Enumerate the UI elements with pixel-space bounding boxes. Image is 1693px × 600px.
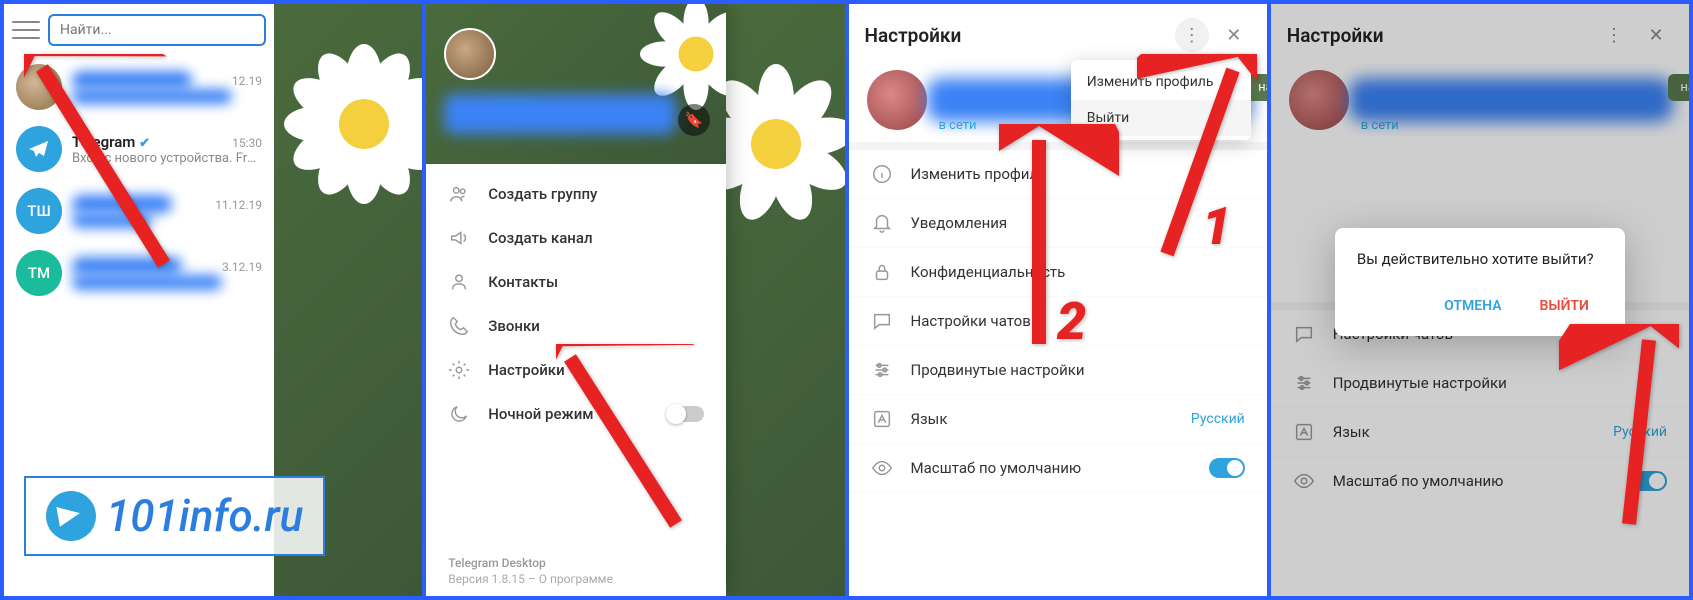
settings-title: Настройки xyxy=(865,24,1167,47)
logout-button[interactable]: ВЫЙТИ xyxy=(1526,290,1603,322)
avatar xyxy=(16,64,62,110)
avatar xyxy=(16,126,62,172)
info-icon xyxy=(871,163,893,185)
drawer-item-night[interactable]: Ночной режим xyxy=(426,392,726,436)
settings-value: Русский xyxy=(1191,411,1245,427)
bell-icon xyxy=(871,212,893,234)
chat-date: 12.19 xyxy=(232,74,262,88)
verified-icon: ✔ xyxy=(139,136,150,151)
panel-settings-menu: Настройки ⋮ ✕ в сети написать Изменить п… xyxy=(849,4,1271,596)
menu-label: Ночной режим xyxy=(488,405,593,423)
settings-label: Конфиденциальность xyxy=(911,263,1245,281)
watermark: 101info.ru xyxy=(24,476,325,556)
dialog-text: Вы действительно хотите выйти? xyxy=(1357,250,1603,268)
avatar: ТМ xyxy=(16,250,62,296)
logout-dialog: Вы действительно хотите выйти? ОТМЕНА ВЫ… xyxy=(1335,228,1625,336)
status-online: в сети xyxy=(939,118,977,133)
chat-date: 11.12.19 xyxy=(215,198,262,212)
menu-label: Настройки xyxy=(488,361,564,379)
settings-item-lang[interactable]: Язык Русский xyxy=(849,395,1267,444)
night-icon xyxy=(448,403,470,425)
menu-hamburger-icon[interactable] xyxy=(12,18,40,42)
chat-date: 3.12.19 xyxy=(222,260,262,274)
chat-item[interactable]: ТШ xxxx11.12.19 xxxx xyxy=(4,180,274,242)
settings-item-info[interactable]: Изменить профиль xyxy=(849,150,1267,199)
drawer-item-settings[interactable]: Настройки xyxy=(426,348,726,392)
settings-item-lock[interactable]: Конфиденциальность xyxy=(849,248,1267,297)
chat-preview: Вход с нового устройства. From... xyxy=(72,151,262,166)
drawer-footer: Telegram Desktop Версия 1.8.15 – О прогр… xyxy=(448,556,613,586)
contacts-icon xyxy=(448,271,470,293)
panel-logout-dialog: Настройки ⋮ ✕ в сети написать Настройки … xyxy=(1271,4,1689,596)
cancel-button[interactable]: ОТМЕНА xyxy=(1430,290,1515,322)
search-input[interactable] xyxy=(48,14,266,46)
toggle-on[interactable] xyxy=(1209,458,1245,478)
panel-chat-list: xxxxx12.19 xxxxxxx Telegram ✔ 15:30 Вход … xyxy=(4,4,426,596)
sliders-icon xyxy=(871,359,893,381)
lang-icon xyxy=(871,408,893,430)
kebab-menu-icon[interactable]: ⋮ xyxy=(1175,18,1209,52)
drawer-item-channel[interactable]: Создать канал xyxy=(426,216,726,260)
settings-label: Язык xyxy=(911,410,1173,428)
menu-label: Создать канал xyxy=(488,229,592,247)
drawer-item-group[interactable]: Создать группу xyxy=(426,172,726,216)
chat-time: 15:30 xyxy=(232,136,262,150)
drawer-item-contacts[interactable]: Контакты xyxy=(426,260,726,304)
settings-label: Продвинутые настройки xyxy=(911,361,1245,379)
telegram-icon xyxy=(46,491,96,541)
menu-label: Контакты xyxy=(488,273,558,291)
group-icon xyxy=(448,183,470,205)
settings-label: Масштаб по умолчанию xyxy=(911,459,1191,477)
close-icon[interactable]: ✕ xyxy=(1217,18,1251,52)
chat-item-telegram[interactable]: Telegram ✔ 15:30 Вход с нового устройства… xyxy=(4,118,274,180)
settings-item-eye[interactable]: Масштаб по умолчанию xyxy=(849,444,1267,493)
channel-icon xyxy=(448,227,470,249)
eye-icon xyxy=(871,457,893,479)
menu-label: Создать группу xyxy=(488,185,597,203)
settings-item-bell[interactable]: Уведомления xyxy=(849,199,1267,248)
settings-label: Настройки чатов xyxy=(911,312,1245,330)
settings-label: Уведомления xyxy=(911,214,1245,232)
avatar xyxy=(867,70,927,130)
drawer-menu: Создать группу Создать канал Контакты Звонк… xyxy=(426,164,726,444)
watermark-text: 101info.ru xyxy=(106,490,303,542)
settings-label: Изменить профиль xyxy=(911,165,1245,183)
avatar xyxy=(444,28,496,80)
lock-icon xyxy=(871,261,893,283)
dropdown-menu: Изменить профиль Выйти xyxy=(1071,60,1251,140)
menu-label: Звонки xyxy=(488,317,540,335)
drawer: 🔖 Создать группу Создать канал Контакты Зво… xyxy=(426,4,726,596)
settings-item-chat[interactable]: Настройки чатов xyxy=(849,297,1267,346)
chat-item[interactable]: ТМ xxxx3.12.19 xxxxxxx xyxy=(4,242,274,304)
chat-name: Telegram xyxy=(72,133,135,151)
dropdown-logout[interactable]: Выйти xyxy=(1071,100,1251,136)
settings-pane: Настройки ⋮ ✕ в сети написать Изменить п… xyxy=(849,4,1267,596)
drawer-item-calls[interactable]: Звонки xyxy=(426,304,726,348)
chat-item[interactable]: xxxxx12.19 xxxxxxx xyxy=(4,56,274,118)
dropdown-edit-profile[interactable]: Изменить профиль xyxy=(1071,64,1251,100)
chat-icon xyxy=(871,310,893,332)
settings-icon xyxy=(448,359,470,381)
profile-name-blurred xyxy=(444,94,676,134)
avatar: ТШ xyxy=(16,188,62,234)
settings-item-sliders[interactable]: Продвинутые настройки xyxy=(849,346,1267,395)
calls-icon xyxy=(448,315,470,337)
night-toggle[interactable] xyxy=(668,406,704,422)
bookmark-icon[interactable]: 🔖 xyxy=(678,104,710,136)
panel-drawer: 🔖 Создать группу Создать канал Контакты Зво… xyxy=(426,4,848,596)
